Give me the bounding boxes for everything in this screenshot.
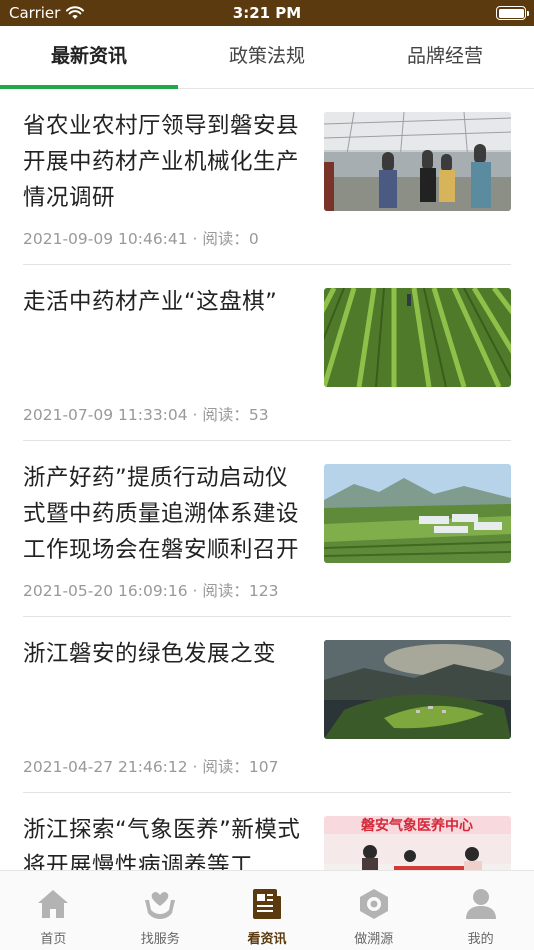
mountain-village-photo bbox=[324, 640, 511, 739]
banner-event-photo: 磐安气象医养中心 bbox=[324, 816, 511, 870]
crop-field-photo bbox=[324, 288, 511, 387]
news-meta: 2021-07-09 11:33:04 · 阅读：53 bbox=[23, 406, 269, 424]
news-title: 走活中药材产业“这盘棋” bbox=[23, 289, 278, 315]
news-icon bbox=[252, 889, 281, 919]
tab-latest-news[interactable]: 最新资讯 bbox=[0, 26, 178, 88]
news-item[interactable]: 浙江磐安的绿色发展之变 2021-04-27 21:46:12 · 阅读：107 bbox=[23, 617, 511, 793]
service-heart-icon bbox=[145, 891, 176, 919]
status-time: 3:21 PM bbox=[232, 4, 302, 22]
tabbar-label: 我的 bbox=[467, 932, 494, 947]
trace-icon bbox=[359, 889, 388, 919]
category-tabs: 最新资讯 政策法规 品牌经营 bbox=[0, 26, 534, 89]
tabbar-label: 找服务 bbox=[140, 932, 180, 947]
banner-text: 磐安气象医养中心 bbox=[360, 817, 473, 834]
status-bar: Carrier 3:21 PM bbox=[0, 0, 534, 26]
news-item[interactable]: 走活中药材产业“这盘棋” 2021-07-09 11:33:04 · 阅读：53 bbox=[23, 265, 511, 441]
tabbar-label: 看资讯 bbox=[247, 932, 287, 947]
news-meta: 2021-04-27 21:46:12 · 阅读：107 bbox=[23, 758, 279, 776]
battery-icon bbox=[496, 6, 529, 20]
news-title: 浙江磐安的绿色发展之变 bbox=[23, 641, 277, 667]
tab-policy[interactable]: 政策法规 bbox=[178, 26, 356, 88]
tabbar-item-news[interactable]: 看资讯 bbox=[214, 871, 321, 950]
news-title: 省农业农村厅领导到磐安县开展中药材产业机械化生产情况调研 bbox=[23, 113, 300, 211]
profile-icon bbox=[465, 889, 496, 919]
tab-brand[interactable]: 品牌经营 bbox=[356, 26, 534, 88]
tabbar-item-trace[interactable]: 做溯源 bbox=[320, 871, 427, 950]
tabbar-label: 做溯源 bbox=[354, 932, 394, 947]
tabbar-item-profile[interactable]: 我的 bbox=[427, 871, 534, 950]
news-meta: 2021-05-20 16:09:16 · 阅读：123 bbox=[23, 582, 279, 600]
news-item[interactable]: 浙产好药”提质行动启动仪式暨中药质量追溯体系建设工作现场会在磐安顺利召开 202… bbox=[23, 441, 511, 617]
tabbar-item-service[interactable]: 找服务 bbox=[107, 871, 214, 950]
bottom-tab-bar: 首页 找服务 看资讯 做溯源 我的 bbox=[0, 870, 534, 950]
greenhouse-visit-photo bbox=[324, 112, 511, 211]
home-icon bbox=[38, 890, 69, 918]
news-title: 浙产好药”提质行动启动仪式暨中药质量追溯体系建设工作现场会在磐安顺利召开 bbox=[23, 465, 300, 563]
tabbar-label: 首页 bbox=[40, 932, 67, 947]
news-meta: 2021-09-09 10:46:41 · 阅读：0 bbox=[23, 230, 259, 248]
news-item[interactable]: 浙江探索“气象医养”新模式 将开展慢性病调养等工 磐安气象医养中心 bbox=[23, 793, 511, 870]
news-title: 浙江探索“气象医养”新模式 将开展慢性病调养等工 bbox=[23, 817, 301, 870]
news-list: 省农业农村厅领导到磐安县开展中药材产业机械化生产情况调研 2021-09-09 … bbox=[0, 89, 534, 870]
tabbar-item-home[interactable]: 首页 bbox=[0, 871, 107, 950]
news-item[interactable]: 省农业农村厅领导到磐安县开展中药材产业机械化生产情况调研 2021-09-09 … bbox=[23, 89, 511, 265]
valley-farmland-photo bbox=[324, 464, 511, 563]
